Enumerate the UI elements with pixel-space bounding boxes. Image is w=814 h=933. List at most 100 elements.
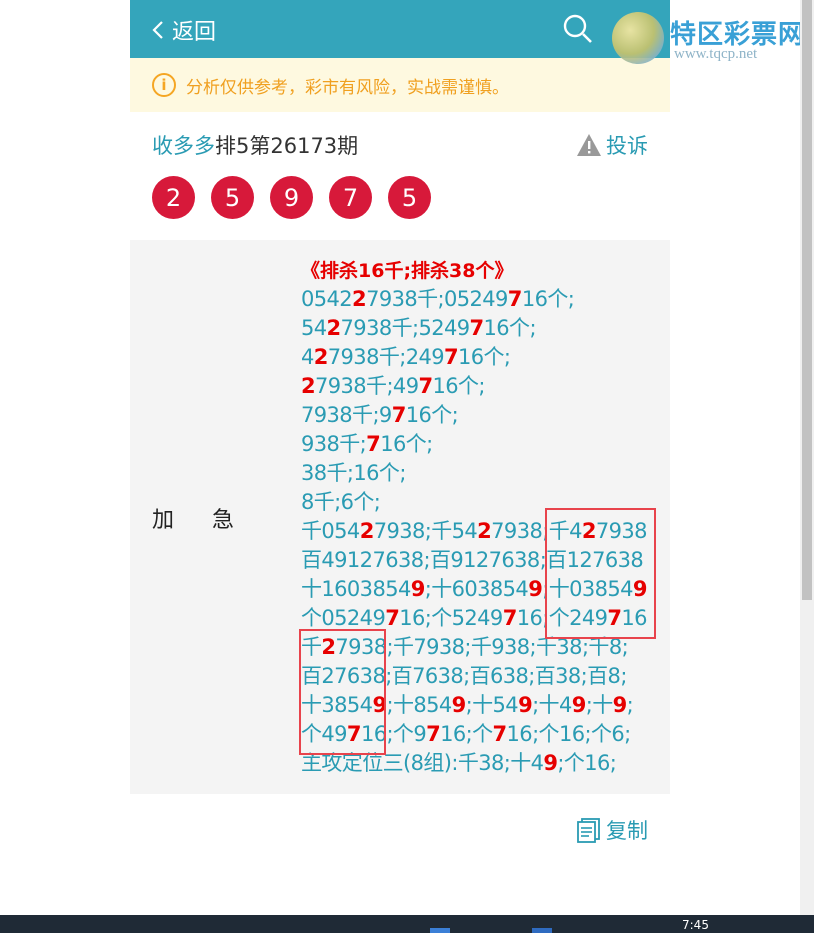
- highlight-digit: 9: [410, 577, 426, 601]
- logo-url: www.tqcp.net: [674, 46, 758, 62]
- taskbar-app-icon[interactable]: [532, 928, 552, 933]
- line-text: ;十603854: [424, 577, 529, 601]
- taskbar-clock: 7:45: [682, 918, 709, 932]
- highlight-digit: 7: [469, 316, 485, 340]
- highlight-digit: 2: [301, 374, 316, 398]
- line-text: ;十4: [532, 693, 572, 717]
- line-text: 16;个16;个6;: [506, 722, 632, 746]
- notice-text: 分析仅供参考，彩市有风险，实战需谨慎。: [186, 77, 509, 98]
- number-ball: 9: [270, 176, 313, 219]
- line-text: ;: [626, 693, 634, 717]
- line-text: 4: [301, 345, 314, 369]
- draw-numbers: 2 5 9 7 5: [152, 176, 447, 219]
- search-icon: [563, 14, 592, 43]
- line-text: 7938千;05249: [366, 287, 508, 311]
- top-bar: 返回: [130, 0, 670, 58]
- highlight-digit: 7: [426, 722, 441, 746]
- line-text: 十1603854: [301, 577, 411, 601]
- taskbar: 7:45: [0, 915, 814, 933]
- highlight-digit: 2: [359, 519, 375, 543]
- issue-source-link[interactable]: 收多多: [152, 134, 215, 158]
- highlight-digit: 7: [443, 345, 459, 369]
- line-text: 938千;: [301, 432, 367, 456]
- line-text: 0542: [301, 287, 353, 311]
- search-button[interactable]: [562, 13, 594, 49]
- highlight-digit: 2: [477, 519, 492, 543]
- prediction-line: 27938千;49716个;: [301, 372, 661, 401]
- highlight-digit: 7: [385, 606, 400, 630]
- prediction-title: 《排杀16千;排杀38个》: [301, 260, 514, 282]
- line-text: 7938千;9: [301, 403, 392, 427]
- line-text: 16;个5249: [399, 606, 503, 630]
- highlight-digit: 7: [492, 722, 508, 746]
- info-icon: i: [152, 73, 176, 97]
- line-text: 16个;: [458, 345, 511, 369]
- highlight-box-left: [299, 629, 386, 755]
- logo-emblem-icon: [612, 12, 664, 64]
- warning-icon: [577, 134, 601, 156]
- line-text: 38千;16个;: [301, 461, 406, 485]
- row-label: 加急: [152, 508, 273, 533]
- highlight-digit: 7: [418, 374, 433, 398]
- highlight-box-right: [545, 508, 656, 639]
- back-button[interactable]: 返回: [152, 14, 216, 46]
- highlight-digit: 9: [528, 577, 543, 601]
- line-text: 54: [301, 316, 327, 340]
- copy-icon: [577, 818, 600, 843]
- highlight-digit: 2: [352, 287, 367, 311]
- number-ball: 5: [211, 176, 254, 219]
- line-text: ;十: [585, 693, 613, 717]
- highlight-digit: 9: [571, 693, 587, 717]
- highlight-digit: 7: [366, 432, 381, 456]
- complaint-button[interactable]: 投诉: [576, 130, 648, 160]
- taskbar-app-icon[interactable]: [430, 928, 450, 933]
- prediction-line: 5427938千;5249716个;: [301, 314, 661, 343]
- line-text: 个05249: [301, 606, 386, 630]
- issue-heading: 收多多排5第26173期: [152, 130, 358, 160]
- line-text: ;十54: [465, 693, 519, 717]
- line-text: 16个;: [380, 432, 433, 456]
- line-text: ;十854: [386, 693, 452, 717]
- highlight-digit: 9: [451, 693, 467, 717]
- highlight-digit: 7: [507, 287, 523, 311]
- number-ball: 5: [388, 176, 431, 219]
- prediction-line: 938千;716个;: [301, 430, 661, 459]
- line-text: 7938;千54: [373, 519, 478, 543]
- copy-label: 复制: [606, 819, 648, 843]
- prediction-line: 38千;16个;: [301, 459, 661, 488]
- number-ball: 2: [152, 176, 195, 219]
- line-text: 7938千;5249: [340, 316, 471, 340]
- copy-button[interactable]: 复制: [576, 815, 648, 845]
- highlight-digit: 7: [391, 403, 407, 427]
- number-ball: 7: [329, 176, 372, 219]
- app-page: 返回 i 分析仅供参考，彩市有风险，实战需谨慎。 收多多排5第26173期 投诉…: [130, 0, 670, 933]
- line-text: 16个;: [432, 374, 485, 398]
- vertical-scrollbar[interactable]: [800, 0, 814, 915]
- highlight-digit: 2: [313, 345, 329, 369]
- line-text: ;个16;: [557, 751, 617, 775]
- line-text: 8千;6个;: [301, 490, 381, 514]
- chevron-left-icon: [152, 21, 163, 39]
- back-label: 返回: [172, 20, 217, 45]
- highlight-digit: 7: [502, 606, 518, 630]
- scrollbar-thumb[interactable]: [802, 0, 812, 600]
- line-text: 16个;: [405, 403, 459, 427]
- highlight-digit: 9: [543, 751, 558, 775]
- line-text: 7938千;249: [327, 345, 445, 369]
- prediction-panel: 加急 《排杀16千;排杀38个》 054227938千;05249716个; 54…: [130, 240, 670, 794]
- highlight-digit: 2: [326, 316, 342, 340]
- risk-notice: i 分析仅供参考，彩市有风险，实战需谨慎。: [130, 58, 670, 112]
- line-text: 16个;: [521, 287, 575, 311]
- highlight-digit: 9: [612, 693, 628, 717]
- prediction-line: 7938千;9716个;: [301, 401, 661, 430]
- line-text: 16个;: [483, 316, 537, 340]
- line-text: 千054: [301, 519, 360, 543]
- highlight-digit: 9: [518, 693, 533, 717]
- issue-title: 排5第26173期: [215, 134, 359, 158]
- line-text: 7938千;49: [315, 374, 419, 398]
- line-text: 16;个: [440, 722, 493, 746]
- prediction-line: 054227938千;05249716个;: [301, 285, 661, 314]
- complaint-label: 投诉: [606, 134, 648, 158]
- prediction-line: 427938千;249716个;: [301, 343, 661, 372]
- site-logo[interactable]: 特区彩票网 www.tqcp.net: [612, 8, 812, 68]
